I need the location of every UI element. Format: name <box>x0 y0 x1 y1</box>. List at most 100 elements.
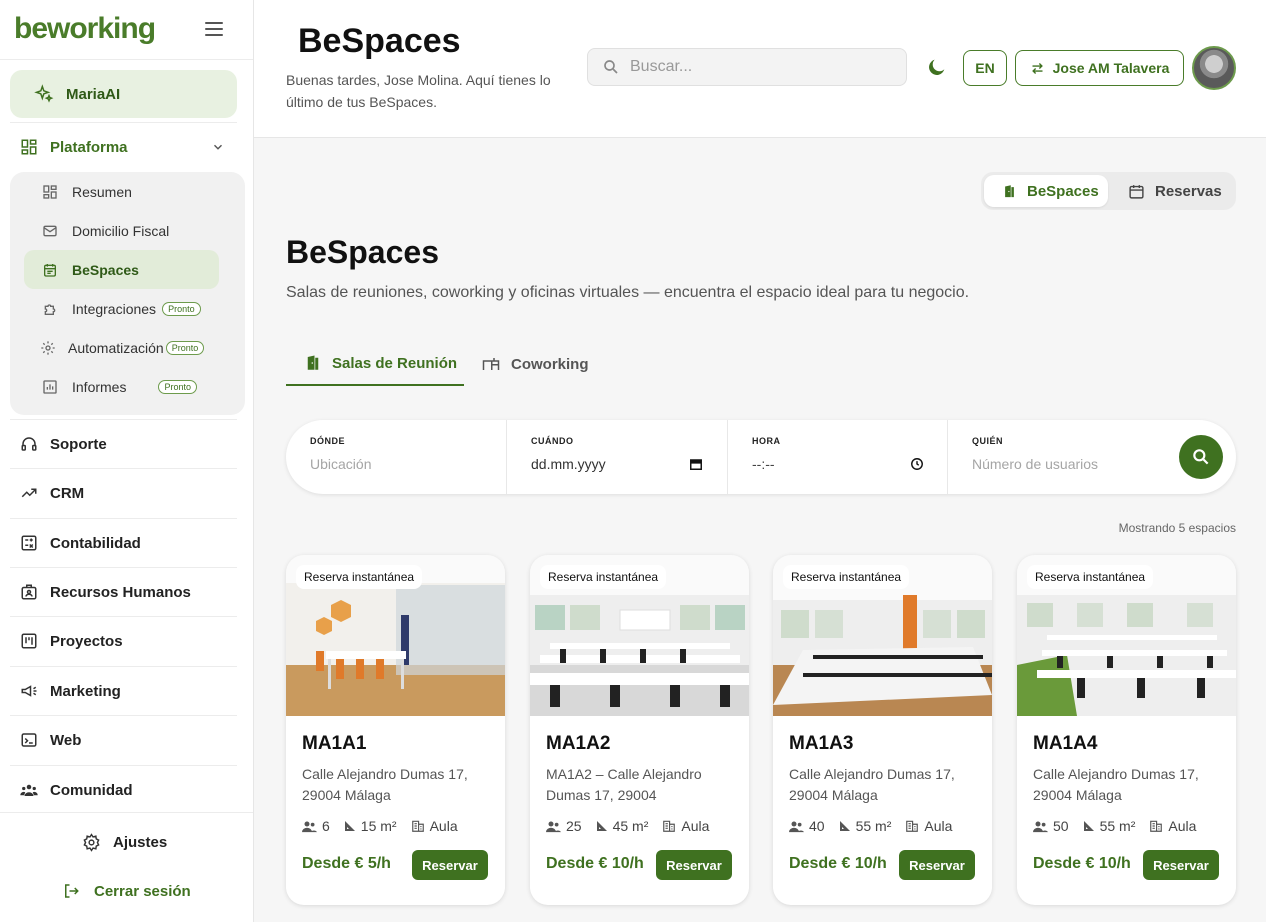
toggle-label: BeSpaces <box>1027 182 1099 200</box>
date-value: dd.mm.yyyy <box>531 456 606 472</box>
divider <box>10 616 237 617</box>
toggle-reservas[interactable]: Reservas <box>1128 175 1232 207</box>
building-icon <box>663 820 676 832</box>
divider <box>0 812 253 813</box>
dark-mode-icon[interactable] <box>926 56 948 78</box>
divider <box>10 567 237 568</box>
calculator-icon <box>21 535 37 551</box>
space-card[interactable]: Reserva instantánea MA1A2 MA1A2 – Calle … <box>530 555 749 905</box>
space-address: Calle Alejandro Dumas 17, 29004 Málaga <box>789 766 955 803</box>
search-submit-button[interactable] <box>1179 435 1223 479</box>
settings-button[interactable]: Ajustes <box>82 833 167 852</box>
reserve-button[interactable]: Reservar <box>412 850 488 880</box>
sidebar-item-label: Informes <box>72 378 127 395</box>
space-name: MA1A3 <box>789 733 854 754</box>
sidebar-item-automatizacion[interactable]: Automatización Pronto <box>24 328 219 367</box>
sidebar-section-label: Plataforma <box>50 138 128 156</box>
sidebar-section-plataforma[interactable]: Plataforma <box>10 128 237 166</box>
avatar[interactable] <box>1192 46 1236 90</box>
calendar-icon <box>1129 184 1144 199</box>
time-input[interactable]: --:-- <box>752 456 924 472</box>
door-icon <box>1005 184 1014 197</box>
divider <box>10 765 237 766</box>
clock-icon[interactable] <box>910 457 924 471</box>
group-icon <box>20 784 38 796</box>
filter-where[interactable]: DÓNDE <box>286 420 506 494</box>
filter-when[interactable]: CUÁNDO dd.mm.yyyy <box>506 420 727 494</box>
sidebar-item-resumen[interactable]: Resumen <box>24 172 219 211</box>
space-meta: 6 15 m² Aula <box>302 818 472 834</box>
sidebar-item-web[interactable]: Web <box>10 717 237 763</box>
location-input[interactable] <box>310 456 480 472</box>
sidebar-item-contabilidad[interactable]: Contabilidad <box>10 520 237 566</box>
search-input[interactable] <box>630 58 890 76</box>
area-icon <box>596 821 607 831</box>
switch-account-button[interactable]: Jose AM Talavera <box>1015 50 1184 86</box>
area: 55 m² <box>1083 818 1136 834</box>
reserve-button[interactable]: Reservar <box>1143 850 1219 880</box>
area-value: 45 m² <box>612 818 649 834</box>
sidebar: beworking MariaAI Plataforma Resumen Dom… <box>0 0 254 922</box>
filter-who[interactable]: QUIÉN <box>947 420 1177 494</box>
capacity-value: 40 <box>809 818 825 834</box>
room-type: Aula <box>411 818 458 834</box>
logout-label: Cerrar sesión <box>94 882 191 900</box>
capacity: 25 <box>546 818 582 834</box>
sparkle-icon <box>34 84 54 103</box>
divider <box>10 419 237 420</box>
sidebar-item-soporte[interactable]: Soporte <box>10 421 237 467</box>
space-card[interactable]: Reserva instantánea MA1A3 Calle Alejandr… <box>773 555 992 905</box>
sidebar-item-informes[interactable]: Informes Pronto <box>24 367 219 406</box>
sidebar-item-integraciones[interactable]: Integraciones Pronto <box>24 289 219 328</box>
section-title: BeSpaces <box>286 234 439 270</box>
divider <box>10 122 237 123</box>
reserve-button[interactable]: Reservar <box>899 850 975 880</box>
puzzle-icon <box>44 303 56 315</box>
logo[interactable]: beworking <box>14 12 156 46</box>
logout-icon <box>65 884 79 898</box>
filter-hour[interactable]: HORA --:-- <box>727 420 947 494</box>
area-icon <box>344 821 355 831</box>
type-value: Aula <box>681 818 710 834</box>
filter-label: HORA <box>752 436 781 446</box>
capacity: 50 <box>1033 818 1069 834</box>
sidebar-item-label: BeSpaces <box>72 261 139 278</box>
area-value: 55 m² <box>1099 818 1136 834</box>
people-icon <box>302 821 317 832</box>
chevron-down-icon[interactable] <box>211 140 225 154</box>
sidebar-item-bespaces[interactable]: BeSpaces <box>24 250 219 289</box>
sidebar-item-crm[interactable]: CRM <box>10 470 237 516</box>
tab-salas-de-reunion[interactable]: Salas de Reunión <box>286 342 464 386</box>
capacity-value: 25 <box>566 818 582 834</box>
room-type: Aula <box>662 818 709 834</box>
sidebar-item-label: Integraciones <box>72 300 157 317</box>
sidebar-item-recursos-humanos[interactable]: Recursos Humanos <box>10 569 237 615</box>
filter-label: CUÁNDO <box>531 436 574 446</box>
area: 15 m² <box>344 818 397 834</box>
sidebar-item-comunidad[interactable]: Comunidad <box>10 767 237 813</box>
language-button[interactable]: EN <box>963 50 1007 86</box>
pronto-badge: Pronto <box>158 379 197 394</box>
settings-label: Ajustes <box>113 834 168 851</box>
space-name: MA1A2 <box>546 733 611 754</box>
sidebar-item-marketing[interactable]: Marketing <box>10 668 237 714</box>
grid-icon <box>43 184 57 199</box>
sidebar-item-domicilio-fiscal[interactable]: Domicilio Fiscal <box>24 211 219 250</box>
space-card[interactable]: Reserva instantánea MA1A1 Calle Alejandr… <box>286 555 505 905</box>
sidebar-item-label: Web <box>50 731 82 749</box>
toggle-bespaces[interactable]: BeSpaces <box>984 175 1108 207</box>
calendar-icon[interactable] <box>689 457 703 471</box>
capacity: 6 <box>302 818 330 834</box>
logout-button[interactable]: Cerrar sesión <box>62 882 191 900</box>
space-card[interactable]: Reserva instantánea MA1A4 Calle Alejandr… <box>1017 555 1236 905</box>
date-input[interactable]: dd.mm.yyyy <box>531 456 703 472</box>
global-search[interactable] <box>587 48 907 86</box>
users-input[interactable] <box>972 456 1142 472</box>
capacity-value: 6 <box>322 818 330 834</box>
menu-toggle-icon[interactable] <box>205 22 223 38</box>
sidebar-item-proyectos[interactable]: Proyectos <box>10 618 237 664</box>
reserve-button[interactable]: Reservar <box>656 850 732 880</box>
tab-coworking[interactable]: Coworking <box>481 342 589 386</box>
pronto-badge: Pronto <box>165 340 205 355</box>
maria-ai-button[interactable]: MariaAI <box>10 70 237 118</box>
